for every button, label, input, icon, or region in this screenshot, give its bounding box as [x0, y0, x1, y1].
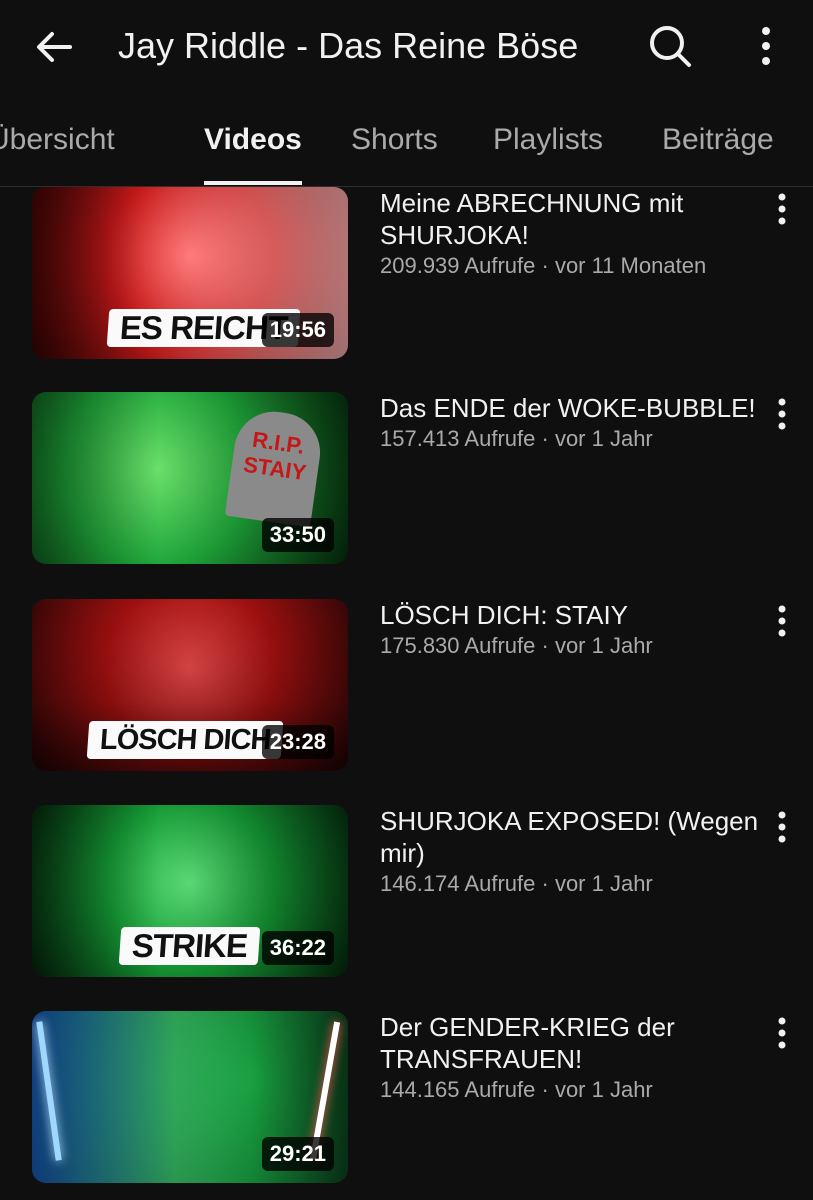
video-title[interactable]: Das ENDE der WOKE-BUBBLE!: [380, 392, 760, 424]
active-tab-indicator: [204, 181, 302, 185]
video-more-button[interactable]: [768, 394, 796, 434]
more-vertical-icon: [778, 605, 786, 637]
more-options-button[interactable]: [746, 22, 786, 70]
video-meta: 157.413 Aufrufe · vor 1 Jahr: [380, 424, 653, 454]
meta-separator: ·: [541, 253, 549, 278]
meta-separator: ·: [541, 426, 549, 451]
video-meta: 175.830 Aufrufe · vor 1 Jahr: [380, 631, 653, 661]
channel-title: Jay Riddle - Das Reine Böse: [118, 25, 579, 66]
view-count: 175.830 Aufrufe: [380, 633, 536, 658]
video-meta: 144.165 Aufrufe · vor 1 Jahr: [380, 1075, 653, 1105]
upload-age: vor 11 Monaten: [554, 253, 707, 278]
video-thumbnail[interactable]: LÖSCH DICH 23:28: [32, 599, 348, 771]
upload-age: vor 1 Jahr: [554, 1077, 653, 1102]
view-count: 209.939 Aufrufe: [380, 253, 536, 278]
tab-playlists[interactable]: Playlists: [493, 122, 603, 158]
view-count: 157.413 Aufrufe: [380, 426, 536, 451]
duration-badge: 23:28: [261, 725, 334, 759]
view-count: 144.165 Aufrufe: [380, 1077, 536, 1102]
meta-separator: ·: [541, 871, 549, 896]
meta-separator: ·: [541, 1077, 549, 1102]
video-meta: 209.939 Aufrufe · vor 11 Monaten: [380, 251, 706, 281]
upload-age: vor 1 Jahr: [554, 871, 653, 896]
video-item[interactable]: LÖSCH DICH 23:28 LÖSCH DICH: STAIY 175.8…: [0, 599, 813, 779]
top-app-bar: Jay Riddle - Das Reine Böse: [0, 0, 813, 92]
video-item[interactable]: ES REICHT 19:56 Meine ABRECHNUNG mit SHU…: [0, 187, 813, 367]
video-thumbnail[interactable]: ES REICHT 19:56: [32, 187, 348, 359]
duration-badge: 33:50: [261, 518, 334, 552]
back-button[interactable]: [30, 22, 80, 72]
video-meta: 146.174 Aufrufe · vor 1 Jahr: [380, 869, 653, 899]
duration-badge: 36:22: [261, 931, 334, 965]
upload-age: vor 1 Jahr: [554, 426, 653, 451]
video-thumbnail[interactable]: STRIKE 36:22: [32, 805, 348, 977]
video-more-button[interactable]: [768, 601, 796, 641]
video-title[interactable]: Der GENDER-KRIEG der TRANSFRAUEN!: [380, 1011, 760, 1075]
tab-uebersicht[interactable]: Übersicht: [0, 122, 115, 158]
thumbnail-caption: LÖSCH DICH: [86, 721, 284, 759]
search-icon: [650, 26, 691, 67]
video-thumbnail[interactable]: 29:21: [32, 1011, 348, 1183]
video-item[interactable]: 29:21 Der GENDER-KRIEG der TRANSFRAUEN! …: [0, 1011, 813, 1191]
video-more-button[interactable]: [768, 807, 796, 847]
video-title[interactable]: SHURJOKA EXPOSED! (Wegen mir): [380, 805, 760, 869]
more-vertical-icon: [762, 27, 770, 65]
more-vertical-icon: [778, 193, 786, 225]
duration-badge: 19:56: [261, 313, 334, 347]
channel-tabs: Übersicht Videos Shorts Playlists Beiträ…: [0, 92, 813, 187]
tab-shorts[interactable]: Shorts: [351, 122, 438, 158]
search-button[interactable]: [644, 20, 696, 72]
video-item[interactable]: R.I.P. STAIY 33:50 Das ENDE der WOKE-BUB…: [0, 392, 813, 572]
thumbnail-caption: STRIKE: [118, 927, 261, 965]
more-vertical-icon: [778, 1017, 786, 1049]
video-title[interactable]: LÖSCH DICH: STAIY: [380, 599, 760, 631]
more-vertical-icon: [778, 398, 786, 430]
video-item[interactable]: STRIKE 36:22 SHURJOKA EXPOSED! (Wegen mi…: [0, 805, 813, 985]
arrow-left-icon: [37, 32, 72, 62]
tab-videos[interactable]: Videos: [204, 122, 302, 158]
video-more-button[interactable]: [768, 189, 796, 229]
video-thumbnail[interactable]: R.I.P. STAIY 33:50: [32, 392, 348, 564]
video-list: ES REICHT 19:56 Meine ABRECHNUNG mit SHU…: [0, 187, 813, 1200]
tab-beitraege[interactable]: Beiträge: [662, 122, 774, 158]
video-more-button[interactable]: [768, 1013, 796, 1053]
duration-badge: 29:21: [261, 1137, 334, 1171]
view-count: 146.174 Aufrufe: [380, 871, 536, 896]
upload-age: vor 1 Jahr: [554, 633, 653, 658]
video-title[interactable]: Meine ABRECHNUNG mit SHURJOKA!: [380, 187, 760, 251]
meta-separator: ·: [541, 633, 549, 658]
more-vertical-icon: [778, 811, 786, 843]
